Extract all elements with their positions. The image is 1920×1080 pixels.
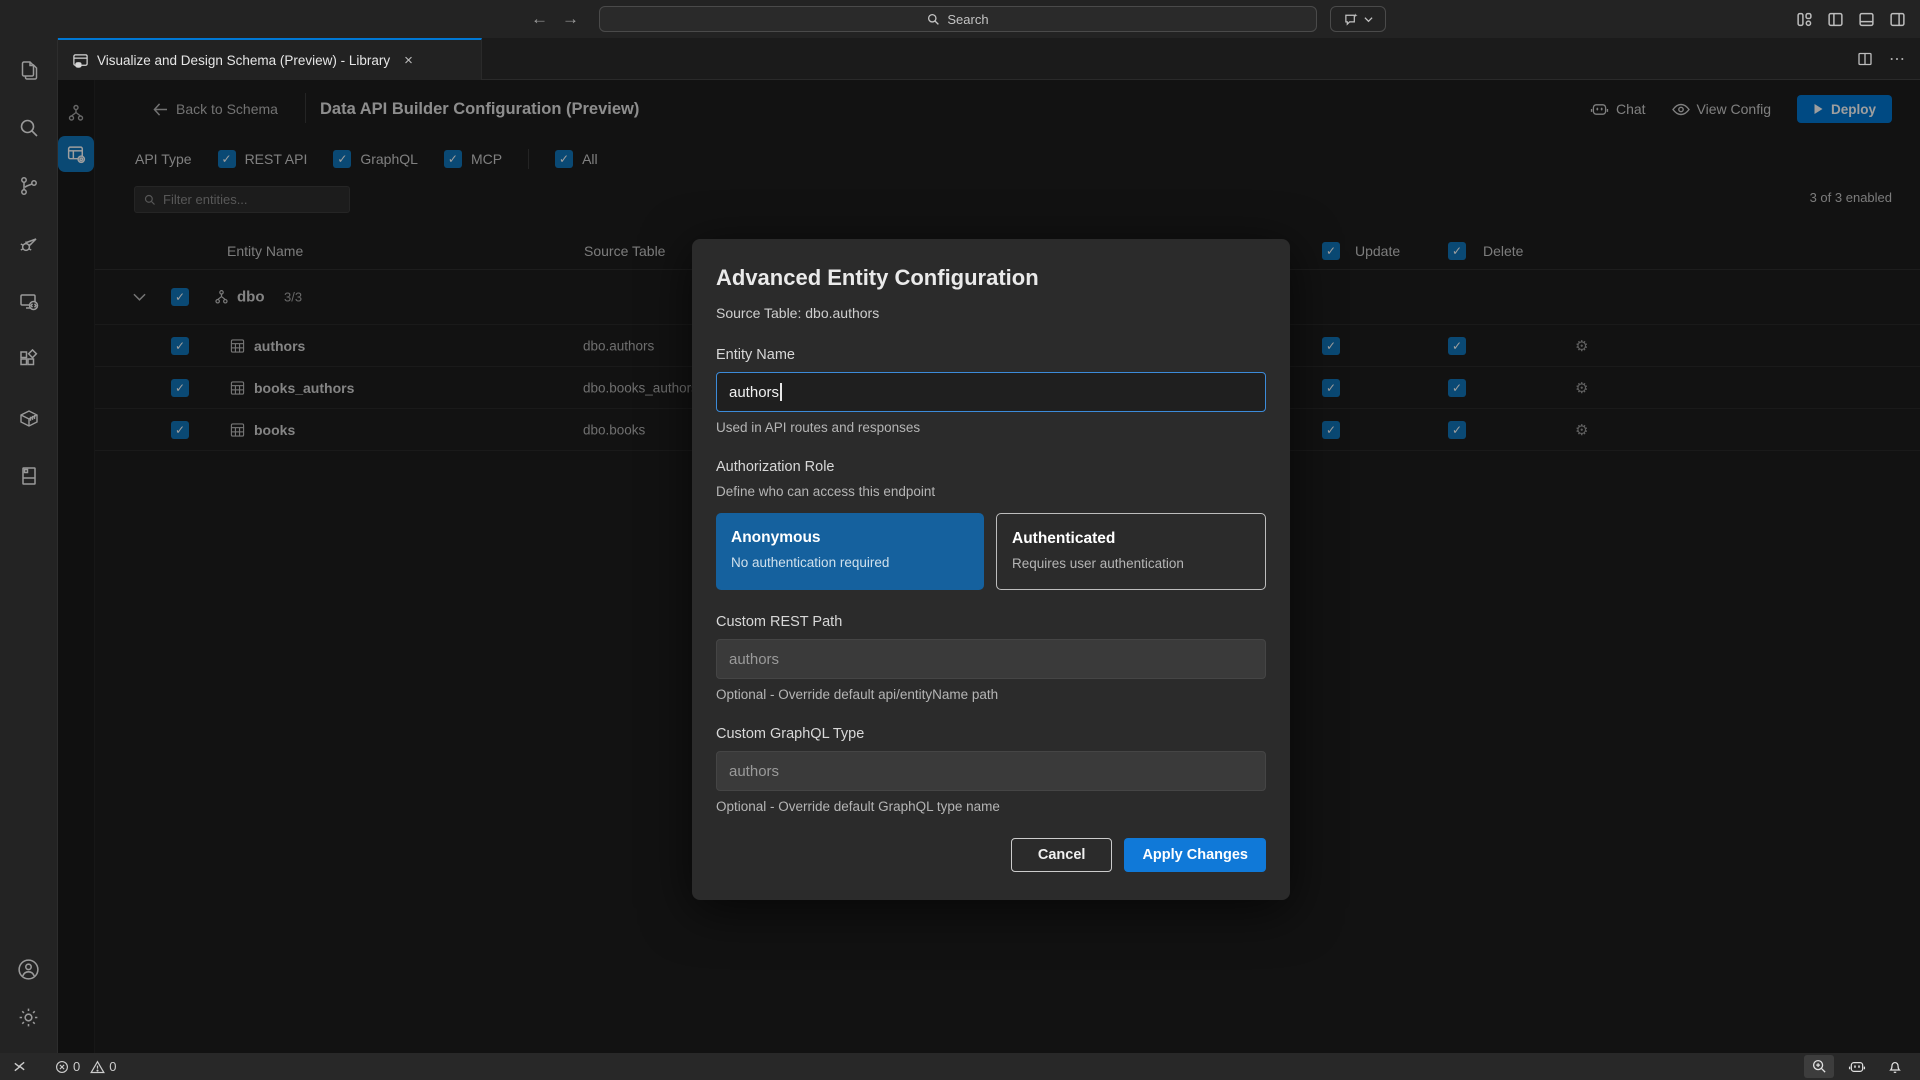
command-search-input[interactable]: Search (599, 6, 1317, 32)
entity-name-label: Entity Name (716, 347, 1266, 363)
notifications-bell-icon[interactable] (1880, 1055, 1910, 1078)
zoom-status-button[interactable] (1804, 1055, 1834, 1078)
anonymous-role-card[interactable]: Anonymous No authentication required (716, 513, 984, 590)
customize-layout-icon[interactable] (1796, 11, 1813, 28)
explorer-icon[interactable] (5, 46, 53, 94)
remote-explorer-icon[interactable] (5, 278, 53, 326)
problems-indicator[interactable]: 0 0 (55, 1059, 116, 1074)
toggle-panel-icon[interactable] (1858, 11, 1875, 28)
zoom-in-icon (1812, 1059, 1827, 1074)
search-placeholder: Search (947, 12, 988, 27)
authenticated-desc: Requires user authentication (1012, 556, 1250, 571)
entity-name-value: authors (729, 384, 779, 401)
remote-indicator[interactable] (12, 1060, 27, 1074)
cancel-button[interactable]: Cancel (1011, 838, 1113, 872)
split-editor-icon[interactable] (1857, 51, 1873, 67)
remote-icon (12, 1060, 27, 1074)
entity-name-help: Used in API routes and responses (716, 420, 1266, 435)
account-icon[interactable] (5, 945, 53, 993)
tab-label: Visualize and Design Schema (Preview) - … (97, 53, 390, 68)
custom-rest-path-input[interactable]: authors (716, 639, 1266, 679)
toggle-primary-sidebar-icon[interactable] (1827, 11, 1844, 28)
copilot-robot-icon (1848, 1060, 1866, 1074)
warning-icon (90, 1060, 105, 1074)
more-actions-icon[interactable]: ⋯ (1889, 49, 1906, 69)
authenticated-role-card[interactable]: Authenticated Requires user authenticati… (996, 513, 1266, 590)
advanced-entity-configuration-dialog: Advanced Entity Configuration Source Tab… (692, 239, 1290, 900)
run-debug-icon[interactable] (5, 220, 53, 268)
tab-close-icon[interactable]: × (404, 52, 413, 69)
activity-bar (0, 38, 58, 1053)
custom-graphql-type-label: Custom GraphQL Type (716, 726, 1266, 742)
search-icon (927, 13, 940, 26)
custom-graphql-type-help: Optional - Override default GraphQL type… (716, 799, 1266, 814)
container-tools-icon[interactable] (5, 394, 53, 442)
authorization-role-label: Authorization Role (716, 459, 1266, 475)
schema-designer-tab-icon (72, 52, 89, 69)
database-projects-icon[interactable] (5, 452, 53, 500)
source-control-icon[interactable] (5, 162, 53, 210)
custom-rest-path-help: Optional - Override default api/entityNa… (716, 687, 1266, 702)
chevron-down-icon (1364, 15, 1373, 24)
tab-strip: Visualize and Design Schema (Preview) - … (58, 38, 1920, 80)
text-cursor (780, 383, 782, 401)
authenticated-title: Authenticated (1012, 530, 1250, 548)
settings-gear-icon[interactable] (5, 993, 53, 1041)
nav-back-icon[interactable]: ← (531, 9, 548, 29)
custom-rest-path-placeholder: authors (729, 651, 779, 668)
apply-changes-button[interactable]: Apply Changes (1124, 838, 1266, 872)
search-view-icon[interactable] (5, 104, 53, 152)
copilot-status-button[interactable] (1842, 1055, 1872, 1078)
custom-graphql-type-input[interactable]: authors (716, 751, 1266, 791)
title-bar: ← → Search (0, 0, 1920, 38)
extensions-icon[interactable] (5, 336, 53, 384)
warning-count: 0 (109, 1059, 116, 1074)
custom-graphql-type-placeholder: authors (729, 763, 779, 780)
nav-forward-icon[interactable]: → (562, 9, 579, 29)
authorization-role-help: Define who can access this endpoint (716, 484, 1266, 499)
toggle-secondary-sidebar-icon[interactable] (1889, 11, 1906, 28)
error-count: 0 (73, 1059, 80, 1074)
tab-visualize-design-schema[interactable]: Visualize and Design Schema (Preview) - … (58, 38, 482, 80)
copilot-menu-button[interactable] (1330, 6, 1386, 32)
status-bar: 0 0 (0, 1053, 1920, 1080)
custom-rest-path-label: Custom REST Path (716, 614, 1266, 630)
entity-name-input[interactable]: authors (716, 372, 1266, 412)
error-icon (55, 1060, 69, 1074)
modal-title: Advanced Entity Configuration (716, 265, 1266, 291)
modal-subtitle: Source Table: dbo.authors (716, 305, 1266, 321)
anonymous-title: Anonymous (731, 529, 969, 547)
anonymous-desc: No authentication required (731, 555, 969, 570)
copilot-chat-icon (1344, 12, 1359, 27)
